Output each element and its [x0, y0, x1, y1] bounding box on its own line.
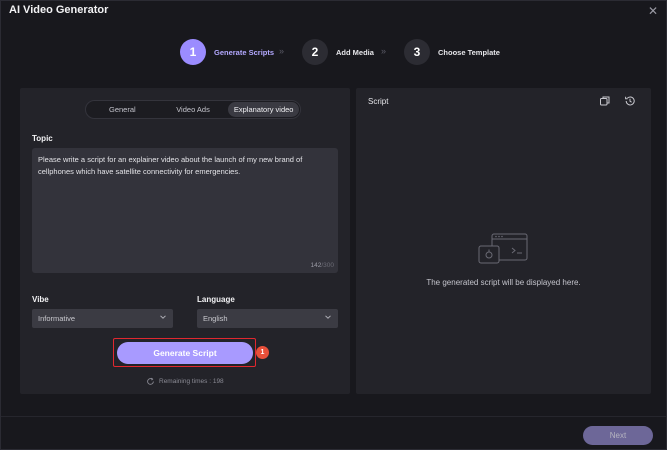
window-title: AI Video Generator — [9, 4, 109, 16]
language-select[interactable]: English — [197, 309, 338, 328]
step-separator-icon: » — [279, 46, 284, 56]
refresh-icon — [147, 377, 154, 385]
script-placeholder-text: The generated script will be displayed h… — [426, 278, 581, 287]
generate-script-button[interactable]: Generate Script — [117, 342, 253, 364]
close-icon[interactable]: ✕ — [646, 4, 660, 18]
title-bar: AI Video Generator ✕ — [1, 1, 666, 21]
ai-video-generator-window: AI Video Generator ✕ 1 Generate Scripts … — [0, 0, 667, 450]
step-add-media[interactable]: 2 Add Media — [302, 39, 374, 65]
remaining-times: Remaining times : 198 — [146, 377, 224, 386]
script-placeholder-icon — [478, 233, 528, 264]
char-count-max: /300 — [321, 262, 334, 269]
stepper: 1 Generate Scripts » 2 Add Media » 3 Cho… — [1, 39, 666, 67]
vibe-value: Informative — [38, 314, 76, 323]
step-generate-scripts[interactable]: 1 Generate Scripts — [180, 39, 274, 65]
vibe-label: Vibe — [32, 295, 49, 304]
chevron-down-icon — [325, 315, 331, 319]
footer-divider — [1, 416, 666, 417]
tab-explanatory-video[interactable]: Explanatory video — [228, 102, 300, 117]
script-output-panel: Script The generated script will be disp… — [356, 88, 651, 394]
step-number-circle: 3 — [404, 39, 430, 65]
topic-label: Topic — [32, 134, 53, 143]
vibe-select[interactable]: Informative — [32, 309, 173, 328]
step-number-circle: 1 — [180, 39, 206, 65]
step-label: Generate Scripts — [214, 47, 275, 57]
step-badge: 1 — [256, 346, 269, 359]
copy-icon[interactable] — [599, 95, 611, 107]
char-count-current: 142 — [310, 262, 322, 269]
char-counter: 142/300 — [310, 262, 334, 269]
remaining-times-text: Remaining times : 198 — [159, 378, 224, 385]
step-label: Choose Template — [438, 47, 500, 57]
script-title: Script — [368, 97, 389, 106]
tab-general[interactable]: General — [87, 102, 158, 117]
next-button[interactable]: Next — [583, 426, 653, 445]
language-label: Language — [197, 295, 235, 304]
chevron-down-icon — [160, 315, 166, 319]
step-choose-template[interactable]: 3 Choose Template — [404, 39, 500, 65]
step-label: Add Media — [336, 47, 374, 57]
language-value: English — [203, 314, 228, 323]
topic-textarea[interactable] — [32, 148, 338, 273]
history-icon[interactable] — [624, 95, 636, 107]
script-type-tabs: General Video Ads Explanatory video — [85, 100, 301, 119]
step-number-circle: 2 — [302, 39, 328, 65]
step-separator-icon: » — [381, 46, 386, 56]
tab-video-ads[interactable]: Video Ads — [158, 102, 229, 117]
script-input-panel: General Video Ads Explanatory video Topi… — [20, 88, 350, 394]
